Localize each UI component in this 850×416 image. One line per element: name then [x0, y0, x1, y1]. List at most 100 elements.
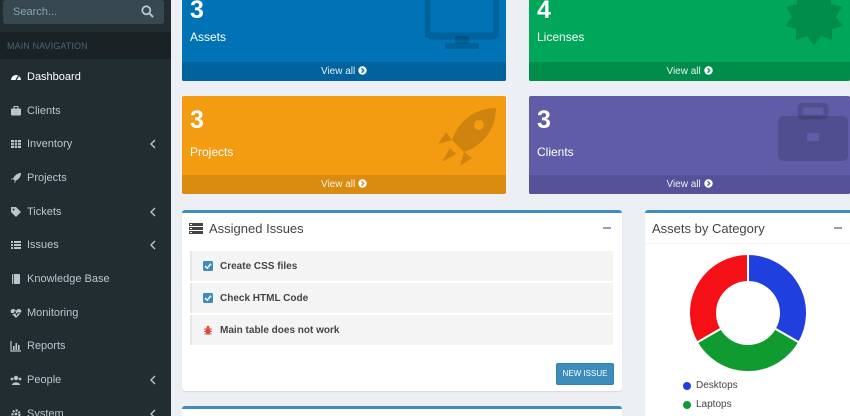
heartbeat-icon — [10, 307, 22, 319]
legend-item-laptops: Laptops — [683, 399, 732, 410]
sidebar-item-label: Projects — [27, 171, 67, 184]
tag-icon — [10, 206, 22, 218]
book-icon — [10, 273, 22, 285]
view-all-label: View all — [320, 66, 356, 77]
clients-label: Clients — [537, 145, 574, 159]
sidebar-item-label: Reports — [27, 340, 66, 353]
panel-header: Assets by Category — [652, 221, 765, 236]
issue-item[interactable]: Main table does not work — [190, 315, 613, 345]
chevron-left-icon — [149, 240, 157, 250]
assets-label: Assets — [190, 30, 227, 44]
projects-box: 3 Projects View all — [182, 96, 506, 194]
sidebar-item-inventory[interactable]: Inventory — [0, 127, 171, 161]
view-all-label: View all — [320, 179, 356, 190]
assets-view-all-link[interactable]: View all — [182, 62, 506, 81]
legend-item-desktops: Desktops — [683, 380, 738, 391]
assigned-issues-panel: Assigned Issues Create CSS files Check H… — [182, 210, 622, 391]
licenses-view-all-link[interactable]: View all — [529, 62, 850, 81]
panel-title: Assets by Category — [652, 221, 765, 236]
sidebar-item-dashboard[interactable]: Dashboard — [0, 60, 171, 94]
sidebar-item-tickets[interactable]: Tickets — [0, 195, 171, 229]
chevron-left-icon — [149, 139, 157, 149]
sidebar: MAIN NAVIGATION Dashboard Clients Invent… — [0, 0, 171, 416]
sidebar-item-label: Issues — [27, 239, 59, 252]
licenses-count: 4 — [537, 0, 551, 24]
briefcase-icon — [776, 102, 850, 168]
search-box — [3, 0, 164, 24]
list-icon — [10, 239, 22, 251]
briefcase-icon — [10, 105, 22, 117]
sidebar-item-projects[interactable]: Projects — [0, 161, 171, 195]
sidebar-item-label: Tickets — [27, 205, 62, 218]
sidebar-item-people[interactable]: People — [0, 363, 171, 397]
arrow-circle-right-icon — [703, 66, 713, 77]
panel-header: Assigned Issues — [189, 221, 304, 236]
chevron-left-icon — [149, 375, 157, 385]
sidebar-item-label: Knowledge Base — [27, 272, 110, 285]
legend-dot — [683, 400, 691, 409]
clients-view-all-link[interactable]: View all — [529, 175, 850, 194]
arrow-circle-right-icon — [703, 179, 713, 190]
tasks-icon — [189, 223, 203, 234]
view-all-label: View all — [666, 66, 701, 77]
nav-header: MAIN NAVIGATION — [0, 32, 171, 59]
panel-title: Assigned Issues — [209, 221, 304, 236]
chevron-left-icon — [149, 409, 157, 416]
sidebar-item-label: System — [27, 407, 64, 416]
panel-divider — [645, 243, 850, 244]
bar-chart-icon — [10, 340, 22, 352]
donut-slice-laptops[interactable] — [695, 327, 801, 373]
licenses-box: 4 Licenses View all — [529, 0, 850, 81]
sidebar-item-issues[interactable]: Issues — [0, 228, 171, 262]
issue-text: Main table does not work — [220, 324, 340, 336]
sidebar-item-label: People — [27, 374, 62, 387]
issue-text: Check HTML Code — [220, 292, 309, 304]
nav-list: Dashboard Clients Inventory Projects Tic… — [0, 60, 171, 416]
clients-count: 3 — [537, 106, 551, 134]
checkbox-checked-icon[interactable] — [203, 261, 213, 271]
issue-item[interactable]: Check HTML Code — [190, 283, 613, 313]
legend-label: Desktops — [696, 380, 738, 391]
search-input[interactable] — [3, 0, 143, 24]
bug-icon — [203, 325, 213, 335]
sidebar-item-label: Clients — [27, 104, 61, 117]
projects-count: 3 — [190, 106, 204, 134]
new-issue-button[interactable]: NEW ISSUE — [556, 363, 614, 385]
checkbox-checked-icon[interactable] — [203, 293, 213, 303]
rocket-icon — [10, 172, 22, 184]
gear-icon — [10, 408, 22, 416]
chevron-left-icon — [149, 207, 157, 217]
projects-label: Projects — [190, 145, 234, 159]
next-panel — [182, 406, 622, 416]
sidebar-item-reports[interactable]: Reports — [0, 330, 171, 364]
licenses-label: Licenses — [537, 30, 585, 44]
desktop-icon — [423, 0, 501, 55]
assets-by-category-panel: Assets by Category Desktops Laptops — [645, 210, 850, 416]
legend-label: Laptops — [696, 399, 732, 410]
arrow-circle-right-icon — [358, 66, 367, 77]
clients-box: 3 Clients View all — [529, 96, 850, 194]
view-all-label: View all — [666, 179, 701, 190]
sidebar-item-label: Monitoring — [27, 306, 79, 319]
dashboard-icon — [10, 71, 22, 83]
sidebar-item-clients[interactable]: Clients — [0, 94, 171, 128]
assets-box: 3 Assets View all — [182, 0, 506, 81]
issue-text: Create CSS files — [220, 260, 298, 272]
users-icon — [10, 374, 22, 386]
sidebar-item-label: Dashboard — [27, 70, 81, 83]
sidebar-item-system[interactable]: System — [0, 397, 171, 416]
search-icon[interactable] — [141, 5, 154, 18]
grid-icon — [10, 138, 22, 150]
sidebar-item-knowledge-base[interactable]: Knowledge Base — [0, 262, 171, 296]
issue-item[interactable]: Create CSS files — [190, 251, 613, 281]
legend-dot — [683, 381, 691, 390]
minimize-button[interactable] — [603, 227, 611, 229]
projects-view-all-link[interactable]: View all — [182, 175, 506, 194]
sidebar-item-label: Inventory — [27, 138, 73, 151]
donut-slice-other[interactable] — [688, 252, 749, 344]
minimize-button[interactable] — [834, 227, 842, 229]
sidebar-item-monitoring[interactable]: Monitoring — [0, 296, 171, 330]
assets-count: 3 — [190, 0, 204, 24]
arrow-circle-right-icon — [358, 179, 367, 190]
donut-chart — [688, 252, 808, 373]
